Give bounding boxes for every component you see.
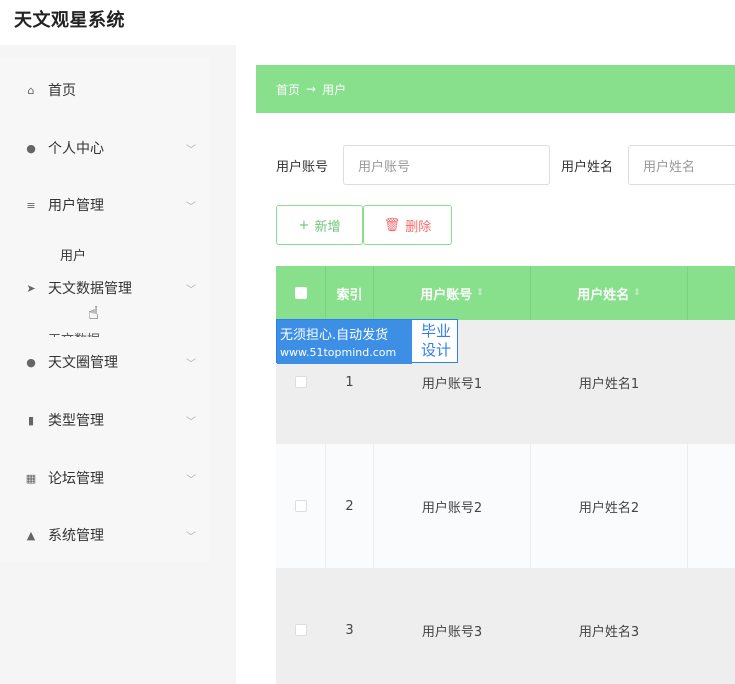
cell-name: 用户姓名1 xyxy=(531,320,688,444)
trash-icon: 🗑 xyxy=(383,217,401,233)
name-search-input[interactable]: 用户姓名 xyxy=(628,145,735,185)
cell-account: 用户账号3 xyxy=(374,568,531,684)
sidebar-item-label: 首页 xyxy=(48,83,76,99)
sidebar-item-user-management[interactable]: ≡ 用户管理 ﹀ xyxy=(0,185,210,225)
sidebar-item-label: 系统管理 xyxy=(48,528,104,544)
watermark-line1: 无须担心.自动发货 xyxy=(280,328,389,343)
cell-name: 用户姓名3 xyxy=(531,568,688,684)
hand-cursor-icon: ☝ xyxy=(88,303,99,324)
sidebar-item-system-management[interactable]: ▲ 系统管理 ﹀ xyxy=(0,515,210,555)
sidebar-item-home[interactable]: ⌂ 首页 xyxy=(0,70,210,110)
sidebar-item-personal-center[interactable]: ● 个人中心 ﹀ xyxy=(0,128,210,168)
sort-icon: ⇕ xyxy=(633,288,641,298)
user-icon: ● xyxy=(26,141,36,155)
user-badge-icon: ● xyxy=(26,355,36,369)
sliders-icon: ≡ xyxy=(26,198,36,212)
top-header: 天文观星系统 xyxy=(0,0,735,45)
col-next xyxy=(688,266,735,320)
breadcrumb-current: 用户 xyxy=(322,82,347,97)
row-select-cell xyxy=(276,568,326,684)
sidebar-item-astronomy-data[interactable]: ➤ 天文数据管理 ﹀ xyxy=(0,268,210,308)
chevron-down-icon: ﹀ xyxy=(186,144,196,156)
send-icon: ➤ xyxy=(26,281,36,295)
name-label: 用户姓名 xyxy=(561,160,614,175)
watermark-right2: 设计 xyxy=(420,341,451,359)
sidebar-item-label: 类型管理 xyxy=(48,413,104,429)
sidebar-item-label: 论坛管理 xyxy=(48,471,104,487)
sidebar-item-forum-management[interactable]: ▦ 论坛管理 ﹀ xyxy=(0,458,210,498)
sidebar: ⌂ 首页 ● 个人中心 ﹀ ≡ 用户管理 ﹀ 用户 ➤ 天文数据管理 ﹀ 天文数… xyxy=(0,58,210,562)
add-button-label: 新增 xyxy=(314,219,341,235)
home-icon: ⌂ xyxy=(27,83,35,97)
chevron-down-icon: ﹀ xyxy=(186,416,196,428)
sidebar-item-label: 天文圈管理 xyxy=(48,355,118,371)
sidebar-item-type-management[interactable]: ▮ 类型管理 ﹀ xyxy=(0,400,210,440)
add-button[interactable]: + 新增 xyxy=(276,205,363,245)
row-checkbox[interactable] xyxy=(294,500,307,512)
select-all-cell xyxy=(276,266,326,320)
account-label: 用户账号 xyxy=(276,160,329,175)
sidebar-item-label: 天文数据管理 xyxy=(48,281,132,297)
breadcrumb-home[interactable]: 首页 xyxy=(276,81,300,98)
cell-account: 用户账号2 xyxy=(374,444,531,568)
table-row: 2 用户账号2 用户姓名2 xyxy=(276,444,735,568)
main-content: 首页 → 用户 用户账号 用户账号 用户姓名 用户姓名 + 新增 🗑 删除 索引… xyxy=(236,45,735,684)
cell-index: 2 xyxy=(326,444,374,568)
col-account[interactable]: 用户账号 ⇕ xyxy=(374,266,531,320)
chart-icon: ▮ xyxy=(27,413,35,427)
chevron-down-icon: ﹀ xyxy=(186,358,196,370)
sort-icon: ⇕ xyxy=(476,288,484,298)
chevron-down-icon: ﹀ xyxy=(186,201,196,213)
col-account-label: 用户账号 xyxy=(420,287,473,303)
chevron-down-icon: ﹀ xyxy=(186,284,196,296)
chevron-down-icon: ﹀ xyxy=(186,474,196,486)
row-checkbox[interactable] xyxy=(294,624,307,636)
select-all-checkbox[interactable] xyxy=(294,287,307,299)
watermark-right1: 毕业 xyxy=(420,322,451,340)
app-title: 天文观星系统 xyxy=(14,10,125,31)
row-checkbox[interactable] xyxy=(294,376,307,388)
sidebar-item-label: 用户管理 xyxy=(48,198,104,214)
settings-icon: ▲ xyxy=(26,528,36,542)
plus-icon: + xyxy=(298,217,310,233)
table-header: 索引 用户账号 ⇕ 用户姓名 ⇕ xyxy=(276,266,735,320)
watermark-right: 毕业 设计 xyxy=(415,322,457,360)
row-select-cell xyxy=(276,444,326,568)
grid-icon: ▦ xyxy=(25,471,37,485)
col-name-label: 用户姓名 xyxy=(577,287,630,303)
sidebar-item-label: 个人中心 xyxy=(48,141,104,157)
watermark-badge: 无须担心.自动发货 www.51topmind.com 毕业 设计 xyxy=(276,319,458,364)
breadcrumb: 首页 → 用户 xyxy=(256,65,735,113)
arrow-right-icon: → xyxy=(306,82,317,96)
chevron-down-icon: ﹀ xyxy=(186,531,196,543)
table-row: 3 用户账号3 用户姓名3 xyxy=(276,568,735,684)
sidebar-item-astronomy-circle[interactable]: ● 天文圈管理 ﹀ xyxy=(0,342,210,382)
delete-button-label: 删除 xyxy=(405,219,432,235)
col-name[interactable]: 用户姓名 ⇕ xyxy=(531,266,688,320)
sidebar-subitem-user[interactable]: 用户 xyxy=(60,245,86,264)
watermark-left: 无须担心.自动发货 www.51topmind.com xyxy=(277,320,412,364)
account-search-input[interactable]: 用户账号 xyxy=(343,145,550,185)
cell-name: 用户姓名2 xyxy=(531,444,688,568)
sidebar-subitem-astronomy-data[interactable]: 天文数据 xyxy=(48,329,100,337)
col-index: 索引 xyxy=(326,266,374,320)
cell-index: 3 xyxy=(326,568,374,684)
delete-button[interactable]: 🗑 删除 xyxy=(363,205,452,245)
watermark-line2: www.51topmind.com xyxy=(280,346,397,359)
